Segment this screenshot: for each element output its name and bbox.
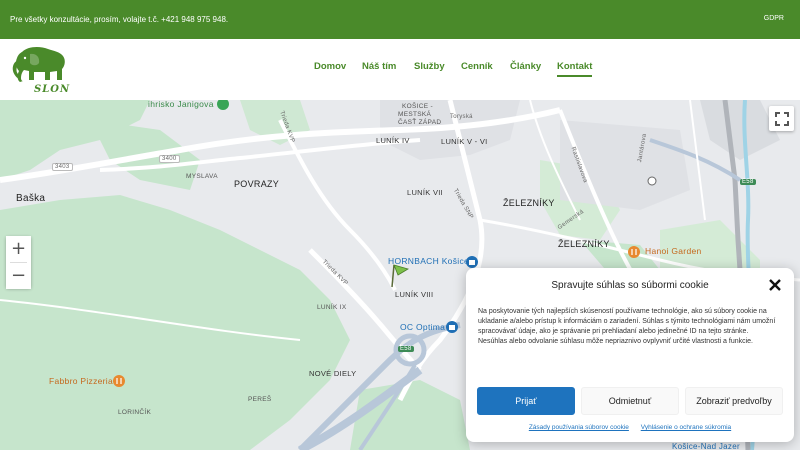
cookie-title: Spravujte súhlas so súbormi cookie xyxy=(551,280,709,291)
nav-item-clanky[interactable]: Články xyxy=(510,61,541,72)
zoom-controls: + − xyxy=(6,236,31,289)
restaurant-pin-icon[interactable] xyxy=(112,374,126,388)
cookie-body-text: Na poskytovanie tých najlepších skúsenos… xyxy=(478,308,776,345)
nav-item-cennik[interactable]: Cenník xyxy=(461,61,493,72)
location-flag-icon[interactable] xyxy=(388,263,412,289)
road-badge-e58-2: E58 xyxy=(398,346,414,352)
logo-text: SLON xyxy=(34,84,71,95)
cookie-policy-link[interactable]: Zásady používania súborov cookie xyxy=(529,424,629,431)
map-label-kosice-zapad-1: KOŠICE - xyxy=(402,103,433,110)
zoom-out-button[interactable]: − xyxy=(6,263,31,289)
park-pin-icon[interactable] xyxy=(216,100,230,111)
main-nav: Domov Náš tím Služby Cenník Články Konta… xyxy=(0,61,800,81)
map-label-zelezniky-1: ŽELEZNÍKY xyxy=(503,198,555,208)
map-label-lunik-ix: LUNÍK IX xyxy=(317,304,347,311)
map-label-baska: Baška xyxy=(16,193,46,204)
road-badge-3400: 3400 xyxy=(159,155,180,163)
map-label-peres: PEREŠ xyxy=(248,396,272,403)
contact-text: Pre všetky konzultácie, prosím, volajte … xyxy=(10,15,229,24)
nav-item-sluzby[interactable]: Služby xyxy=(414,61,445,72)
map-label-lunik-iv: LUNÍK IV xyxy=(376,136,410,145)
map-label-kosice-nad-jazerom: Košice-Nad Jazer xyxy=(672,442,740,450)
map-label-lunik-viii: LUNÍK VIII xyxy=(395,290,434,299)
map-label-lorincik: LORINČÍK xyxy=(118,409,152,416)
zoom-in-button[interactable]: + xyxy=(6,236,31,262)
nav-item-domov[interactable]: Domov xyxy=(314,61,346,72)
restaurant-pin-icon[interactable] xyxy=(627,245,641,259)
map-label-ihrisko[interactable]: ihrisko Janigova xyxy=(148,100,214,109)
map-label-toryska: Toryská xyxy=(450,114,473,120)
nav-item-kontakt[interactable]: Kontakt xyxy=(557,61,593,77)
shop-pin-icon[interactable] xyxy=(445,320,459,334)
map-label-nove-diely: NOVÉ DIELY xyxy=(309,369,357,378)
cookie-consent-dialog: Spravujte súhlas so súbormi cookie Na po… xyxy=(466,268,794,442)
site-header: SLON Domov Náš tím Služby Cenník Články … xyxy=(0,39,800,100)
gdpr-link[interactable]: GDPR xyxy=(764,15,784,22)
nav-item-nas-tim[interactable]: Náš tím xyxy=(362,61,396,72)
cookie-links: Zásady používania súborov cookie Vyhláse… xyxy=(466,424,794,431)
map-label-hanoi-garden[interactable]: Hanoi Garden xyxy=(645,246,702,256)
preferences-button[interactable]: Zobraziť predvoľby xyxy=(685,387,783,415)
map-label-hornbach[interactable]: HORNBACH Košice xyxy=(388,256,469,266)
map-label-oc-optima[interactable]: OC Optima xyxy=(400,322,445,332)
close-icon[interactable] xyxy=(768,278,782,292)
transit-icon xyxy=(647,176,657,186)
top-bar: Pre všetky konzultácie, prosím, volajte … xyxy=(0,0,800,39)
map-label-myslava: MYSLAVA xyxy=(186,173,218,180)
map-label-lunik-vii: LUNÍK VII xyxy=(407,188,444,197)
road-badge-e58-1: E58 xyxy=(740,179,756,185)
privacy-statement-link[interactable]: Vyhlásenie o ochrane súkromia xyxy=(641,424,731,431)
fullscreen-button[interactable] xyxy=(769,106,794,131)
deny-button[interactable]: Odmietnuť xyxy=(581,387,679,415)
map-label-fabbro-pizzeria[interactable]: Fabbro Pizzeria xyxy=(49,376,113,386)
road-badge-3403: 3403 xyxy=(52,163,73,171)
map-label-zelezniky-2: ŽELEZNÍKY xyxy=(558,239,610,249)
map-label-kosice-zapad-3: ČASŤ ZÁPAD xyxy=(398,119,442,126)
fullscreen-icon xyxy=(774,111,789,126)
map-label-kosice-zapad-2: MESTSKÁ xyxy=(398,111,432,118)
accept-button[interactable]: Prijať xyxy=(477,387,575,415)
map-label-povrazy: POVRAZY xyxy=(234,179,280,189)
map-label-lunik-v-vi: LUNÍK V - VI xyxy=(441,137,488,146)
